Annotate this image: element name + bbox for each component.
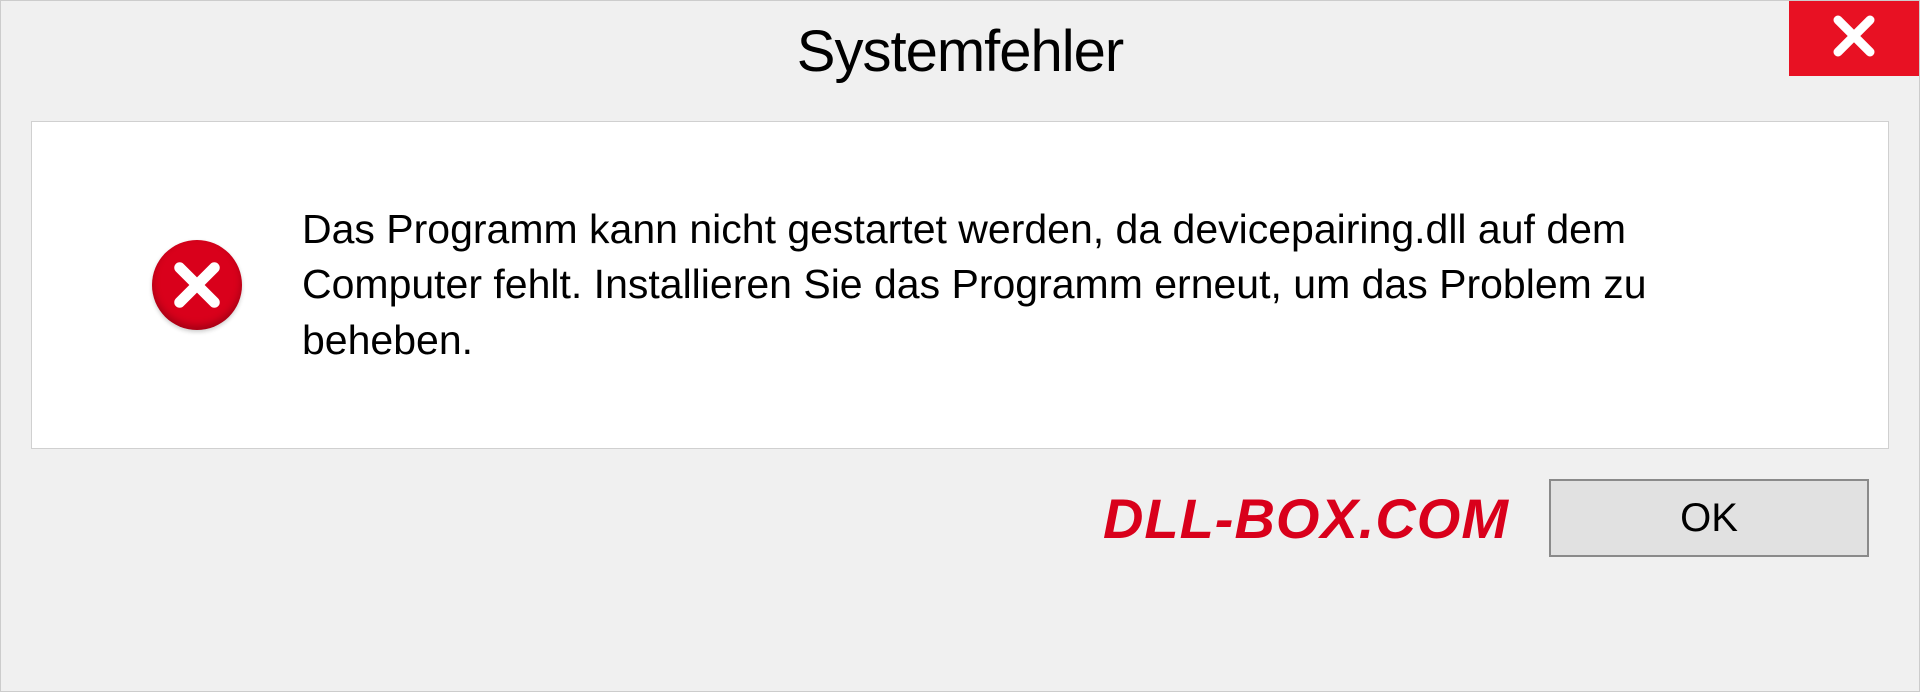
ok-button[interactable]: OK [1549,479,1869,557]
dialog-footer: DLL-BOX.COM OK [1,459,1919,597]
error-icon [152,240,242,330]
content-panel: Das Programm kann nicht gestartet werden… [31,121,1889,449]
watermark-text: DLL-BOX.COM [1103,486,1509,551]
dialog-title: Systemfehler [797,18,1123,85]
error-dialog: Systemfehler Das Programm kann nicht ges… [0,0,1920,692]
titlebar: Systemfehler [1,1,1919,101]
close-button[interactable] [1789,1,1919,76]
close-icon [1830,12,1878,65]
error-message: Das Programm kann nicht gestartet werden… [302,202,1802,368]
